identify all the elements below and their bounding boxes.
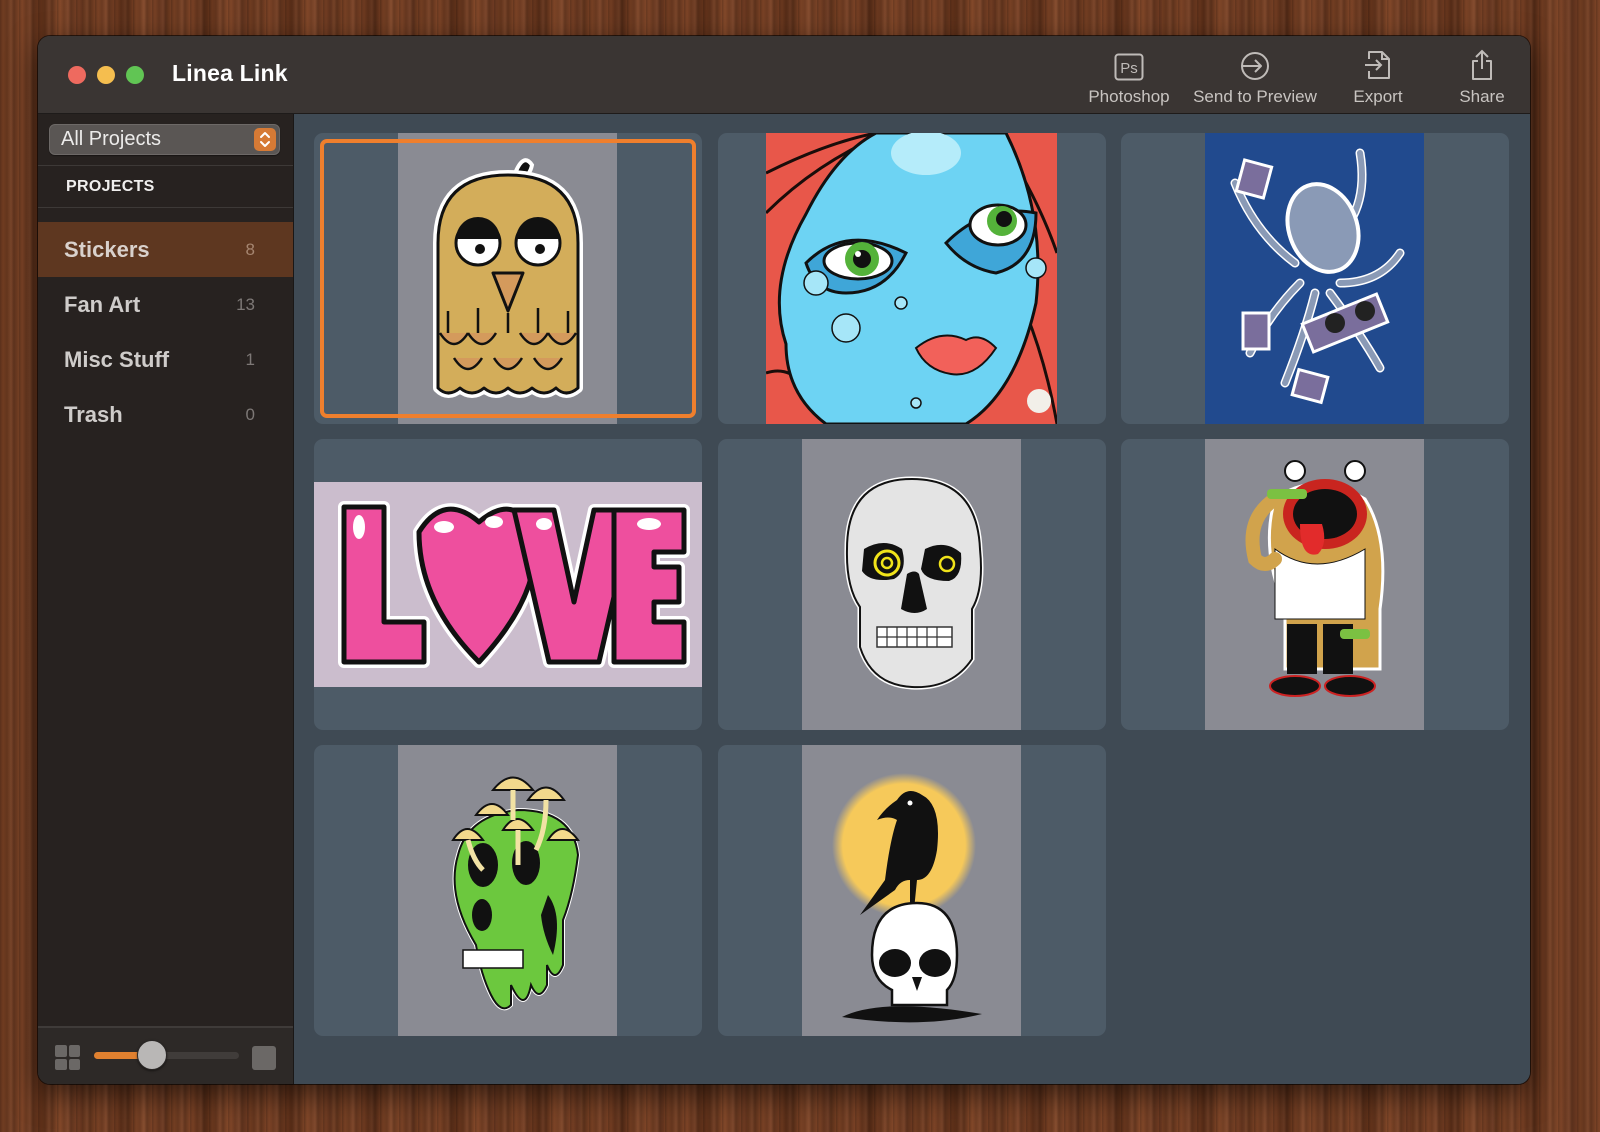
svg-text:Ps: Ps [1120,60,1138,77]
photoshop-button[interactable]: Ps Photoshop [1066,36,1192,114]
gallery-grid [294,114,1530,1084]
send-to-preview-button[interactable]: Send to Preview [1192,36,1318,114]
title-bar: Linea Link Ps Photoshop Send to Preview [38,36,1530,114]
project-count: 1 [245,349,255,369]
export-icon [1365,51,1390,79]
sidebar: All Projects PROJECTS Stickers 8 Fan Art… [38,114,294,1084]
sidebar-item-stickers[interactable]: Stickers 8 [38,222,293,277]
gallery-item[interactable] [718,439,1106,730]
photoshop-icon: Ps [1114,53,1144,81]
divider [38,207,293,208]
send-to-preview-icon [1241,52,1269,80]
slider-thumb[interactable] [137,1040,167,1070]
project-label: Trash [64,401,123,427]
crow-skull-thumbnail [802,745,1021,1036]
sidebar-footer [38,1026,293,1084]
project-label: Fan Art [64,291,141,317]
app-window: Linea Link Ps Photoshop Send to Preview [38,36,1530,1084]
projects-section-header: PROJECTS [66,178,155,195]
toolbar: Ps Photoshop Send to Preview Export Shar… [1066,36,1530,114]
owl-sticker-thumbnail [398,133,617,424]
love-lettering-thumbnail [314,482,702,687]
skull-thumbnail [802,439,1021,730]
gallery-item[interactable] [718,745,1106,1036]
project-label: Stickers [64,236,150,262]
project-filter-value: All Projects [61,128,162,150]
gallery-item[interactable] [314,133,702,424]
gallery-item[interactable] [314,439,702,730]
share-icon [1472,49,1492,80]
sidebar-item-misc-stuff[interactable]: Misc Stuff 1 [38,332,293,387]
share-label: Share [1459,87,1505,106]
export-button[interactable]: Export [1318,36,1438,114]
zoom-window-button[interactable] [126,66,144,84]
blue-face-thumbnail [766,133,1057,424]
project-filter-select[interactable]: All Projects [49,124,280,155]
large-thumbnails-icon[interactable] [252,1046,276,1070]
project-count: 0 [245,404,255,424]
gallery-item[interactable] [1121,439,1509,730]
app-title: Linea Link [172,60,288,86]
project-count: 8 [245,239,255,259]
gallery-item[interactable] [718,133,1106,424]
photoshop-label: Photoshop [1088,87,1170,106]
divider [38,165,293,166]
gallery-item[interactable] [314,745,702,1036]
sidebar-item-trash[interactable]: Trash 0 [38,387,293,442]
share-button[interactable]: Share [1438,36,1526,114]
minimize-window-button[interactable] [97,66,115,84]
frog-drinking-thumbnail [1205,439,1424,730]
sidebar-item-fan-art[interactable]: Fan Art 13 [38,277,293,332]
thumbnail-size-slider[interactable] [94,1040,239,1070]
small-thumbnails-icon[interactable] [55,1045,80,1070]
send-to-preview-label: Send to Preview [1193,87,1317,106]
export-label: Export [1353,87,1403,106]
gallery-item[interactable] [1121,133,1509,424]
mushroom-skull-thumbnail [398,745,617,1036]
project-list: Stickers 8 Fan Art 13 Misc Stuff 1 Trash… [38,222,293,442]
chevron-up-down-icon[interactable] [254,128,276,151]
project-count: 13 [236,294,255,314]
window-controls [68,66,144,84]
project-label: Misc Stuff [64,346,170,372]
octopus-dj-thumbnail [1205,133,1424,424]
close-window-button[interactable] [68,66,86,84]
